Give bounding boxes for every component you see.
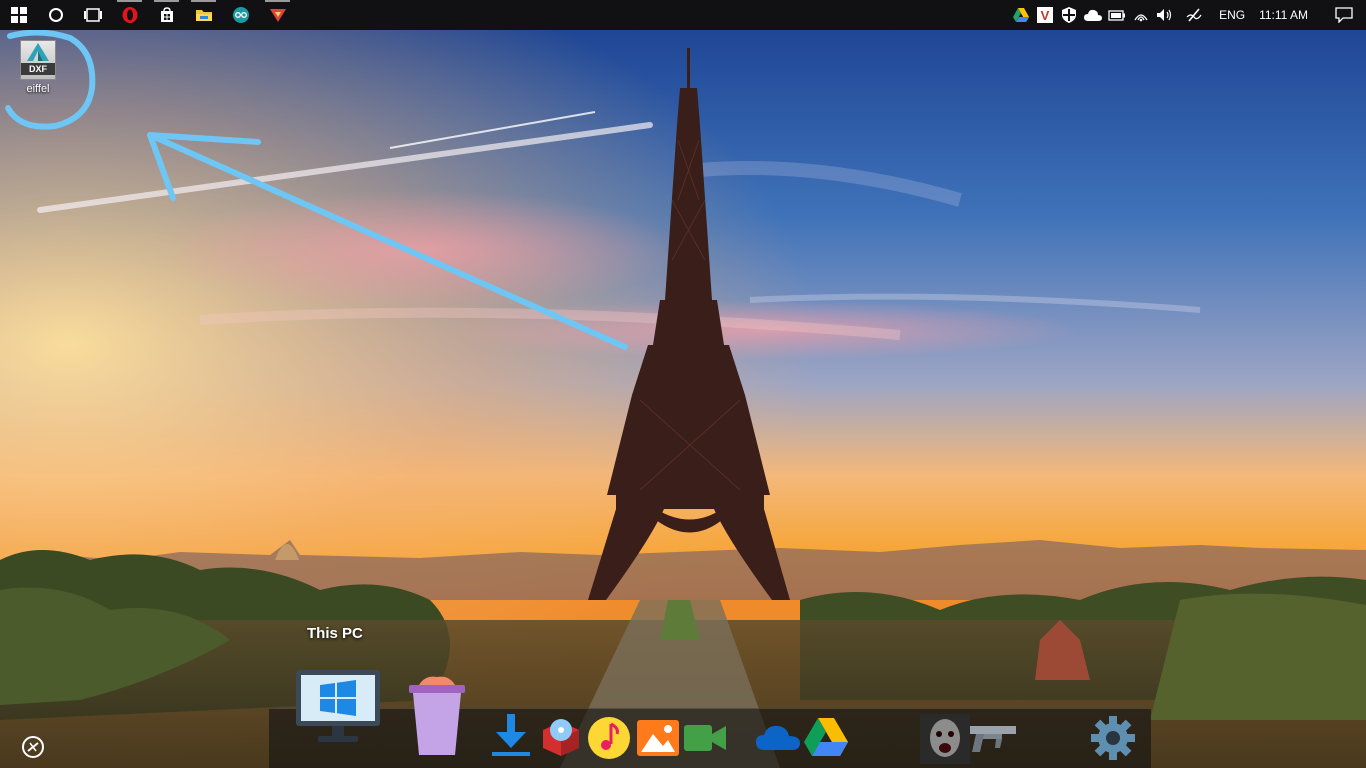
taskbar-opera[interactable]	[111, 0, 148, 30]
task-view-button[interactable]	[74, 0, 111, 30]
dock-recycle-bin[interactable]	[405, 675, 469, 762]
store-bag-icon	[160, 7, 173, 22]
gun-icon	[970, 726, 1016, 752]
opera-icon	[122, 7, 137, 23]
music-note-icon	[588, 717, 630, 759]
dock-game[interactable]	[920, 714, 970, 768]
svg-text:V: V	[1041, 8, 1050, 23]
google-drive-icon	[804, 718, 848, 756]
action-center-button[interactable]	[1322, 0, 1366, 30]
taskbar-apps	[0, 0, 296, 30]
disc-box-icon	[543, 719, 579, 756]
red-triangle-app-icon	[269, 9, 286, 22]
wifi-icon	[1134, 14, 1148, 22]
zombie-face-icon	[920, 714, 970, 764]
v-app-icon: V	[1037, 7, 1054, 23]
taskbar: V ENG 11:11 AM	[0, 0, 1366, 30]
dock-video[interactable]	[684, 722, 726, 759]
dock-music[interactable]	[587, 716, 631, 765]
arduino-icon	[232, 7, 249, 23]
speaker-icon	[1157, 9, 1172, 21]
taskbar-red-app[interactable]	[259, 0, 296, 30]
notification-icon	[1335, 7, 1353, 23]
photo-icon	[637, 720, 679, 756]
rocketdock-icon	[22, 736, 44, 758]
taskbar-file-explorer[interactable]	[185, 0, 222, 30]
dock-this-pc[interactable]	[296, 670, 380, 749]
folder-icon	[195, 10, 212, 21]
language-indicator[interactable]: ENG	[1211, 0, 1253, 30]
desktop-file-label: eiffel	[26, 83, 50, 95]
windows-logo-icon	[10, 7, 27, 23]
dock-settings[interactable]	[1091, 716, 1135, 765]
cloud-icon	[1084, 9, 1103, 21]
battery-charging-icon	[1108, 10, 1126, 21]
video-camera-icon	[684, 725, 726, 751]
onedrive-cloud-icon	[756, 725, 800, 750]
autodesk-logo-icon	[27, 43, 49, 61]
cortana-button[interactable]	[37, 0, 74, 30]
taskbar-arduino[interactable]	[222, 0, 259, 30]
gear-icon	[1091, 716, 1135, 760]
monitor-icon	[296, 670, 380, 742]
recycle-bin-icon	[409, 676, 465, 755]
shield-icon	[1062, 7, 1077, 23]
desktop-file-eiffel[interactable]: DXF eiffel	[12, 40, 64, 95]
pen-workspace-icon	[1186, 8, 1202, 22]
system-tray: V ENG 11:11 AM	[1009, 0, 1366, 30]
tray-wifi[interactable]	[1129, 0, 1153, 30]
task-view-icon	[83, 8, 102, 22]
dxf-file-icon: DXF	[20, 40, 56, 80]
dock-hover-label: This PC	[307, 625, 363, 642]
cortana-ring-icon	[48, 8, 63, 22]
tray-battery[interactable]	[1105, 0, 1129, 30]
dock-photos[interactable]	[637, 720, 679, 761]
dock-media-player[interactable]	[541, 716, 581, 761]
dock-google-drive[interactable]	[804, 718, 848, 761]
desktop-wallpaper	[0, 0, 1366, 768]
tray-v-app[interactable]: V	[1033, 0, 1057, 30]
dxf-badge: DXF	[21, 63, 55, 75]
dock-gun[interactable]	[968, 722, 1020, 759]
tray-google-drive[interactable]	[1009, 0, 1033, 30]
tray-pen[interactable]	[1177, 0, 1211, 30]
tray-volume[interactable]	[1153, 0, 1177, 30]
start-button[interactable]	[0, 0, 37, 30]
dock-onedrive[interactable]	[756, 724, 800, 757]
tray-defender[interactable]	[1057, 0, 1081, 30]
clock[interactable]: 11:11 AM	[1253, 0, 1322, 30]
tray-onedrive[interactable]	[1081, 0, 1105, 30]
google-drive-icon	[1013, 8, 1030, 22]
corner-app-icon[interactable]	[21, 735, 45, 759]
dock-downloads[interactable]	[490, 712, 532, 763]
download-arrow-icon	[492, 714, 530, 756]
taskbar-store[interactable]	[148, 0, 185, 30]
